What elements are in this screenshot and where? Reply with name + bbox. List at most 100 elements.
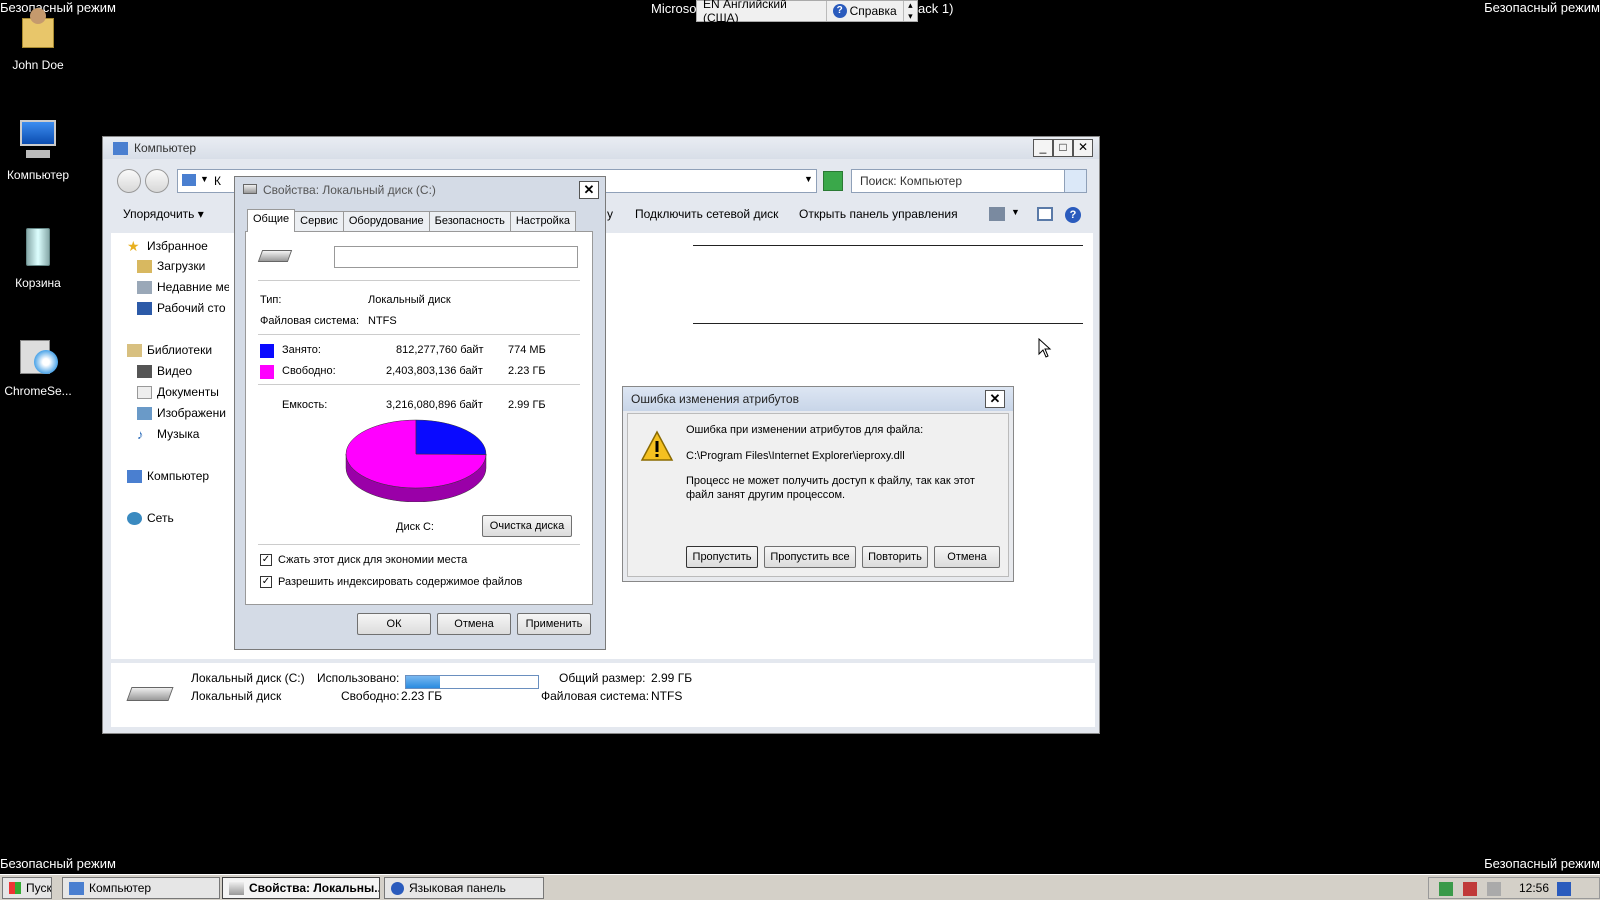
desktop-icon-chrome-setup[interactable]: ChromeSe... bbox=[0, 334, 78, 398]
system-tray: 12:56 bbox=[1428, 877, 1600, 899]
compress-checkbox[interactable]: ✓ bbox=[260, 554, 272, 566]
start-button[interactable]: Пуск bbox=[2, 877, 52, 899]
star-icon: ★ bbox=[127, 237, 140, 254]
language-bar-options-icon[interactable]: ▴ ▾ bbox=[904, 0, 917, 22]
nav-item-downloads[interactable]: Загрузки bbox=[137, 259, 205, 273]
volume-icon[interactable] bbox=[1487, 882, 1501, 896]
search-input[interactable]: Поиск: Компьютер bbox=[851, 169, 1087, 193]
nav-item-favorites[interactable]: ★ Избранное bbox=[127, 237, 208, 254]
desktop-icon-user[interactable]: John Doe bbox=[0, 8, 78, 72]
breadcrumb-dropdown-icon[interactable]: ▼ bbox=[200, 174, 209, 184]
show-desktop-icon[interactable] bbox=[1557, 882, 1571, 896]
refresh-icon[interactable] bbox=[823, 171, 843, 191]
skip-all-button[interactable]: Пропустить все bbox=[764, 546, 856, 568]
volume-label-input[interactable] bbox=[334, 246, 578, 268]
tab-general[interactable]: Общие bbox=[247, 209, 296, 232]
taskbar-item-properties[interactable]: Свойства: Локальны... bbox=[222, 877, 380, 899]
close-button[interactable]: ✕ bbox=[1073, 139, 1093, 157]
properties-close-button[interactable]: ✕ bbox=[579, 181, 599, 199]
downloads-icon bbox=[137, 259, 152, 273]
nav-item-network[interactable]: Сеть bbox=[127, 511, 174, 525]
view-dropdown-icon[interactable]: ▼ bbox=[1011, 207, 1020, 217]
nav-item-libraries[interactable]: Библиотеки bbox=[127, 343, 212, 357]
taskbar-item-language-bar[interactable]: Языковая панель bbox=[384, 877, 544, 899]
security-alert-icon[interactable] bbox=[1463, 882, 1477, 896]
error-close-button[interactable]: ✕ bbox=[985, 390, 1005, 408]
tab-tools[interactable]: Сервис bbox=[294, 211, 344, 231]
explorer-title: Компьютер bbox=[134, 141, 197, 155]
error-titlebar[interactable]: Ошибка изменения атрибутов bbox=[623, 387, 1013, 411]
desktop-icon-label: John Doe bbox=[12, 58, 64, 72]
documents-icon bbox=[137, 385, 152, 399]
error-title: Ошибка изменения атрибутов bbox=[631, 392, 799, 406]
details-drive-type: Локальный диск bbox=[191, 689, 282, 703]
map-network-drive-button[interactable]: Подключить сетевой диск bbox=[635, 207, 778, 221]
tab-security[interactable]: Безопасность bbox=[428, 211, 511, 231]
hard-drive-icon bbox=[243, 184, 257, 194]
desktop-icon-computer[interactable]: Компьютер bbox=[0, 118, 78, 182]
ok-button[interactable]: ОК bbox=[357, 613, 431, 635]
hard-drive-icon bbox=[126, 679, 174, 705]
address-text: К bbox=[214, 174, 221, 188]
organize-button[interactable]: Упорядочить ▾ bbox=[123, 207, 204, 221]
view-options-icon[interactable] bbox=[989, 207, 1005, 221]
explorer-titlebar[interactable]: Компьютер bbox=[103, 137, 1099, 159]
network-tray-icon[interactable] bbox=[1439, 882, 1453, 896]
nav-item-video[interactable]: Видео bbox=[137, 364, 192, 378]
disk-cleanup-button[interactable]: Очистка диска bbox=[482, 515, 572, 537]
search-icon[interactable] bbox=[1064, 170, 1086, 192]
music-icon: ♪ bbox=[137, 426, 144, 442]
help-icon[interactable]: ? bbox=[1065, 207, 1081, 223]
maximize-button[interactable]: □ bbox=[1053, 139, 1073, 157]
preview-pane-icon[interactable] bbox=[1037, 207, 1053, 221]
error-message-line4: файл занят другим процессом. bbox=[686, 489, 846, 501]
nav-item-recent[interactable]: Недавние ме bbox=[137, 280, 229, 294]
used-space-swatch bbox=[260, 344, 274, 358]
skip-button[interactable]: Пропустить bbox=[686, 546, 758, 568]
usage-bar-fill bbox=[406, 676, 441, 688]
help-label: Справка bbox=[849, 4, 897, 18]
address-history-icon[interactable]: ▼ bbox=[804, 174, 813, 184]
computer-icon bbox=[16, 118, 60, 162]
user-folder-icon bbox=[16, 8, 60, 52]
cancel-button[interactable]: Отмена bbox=[437, 613, 511, 635]
used-label: Занято: bbox=[282, 344, 321, 356]
free-bytes: 2,403,803,136 байт bbox=[386, 365, 483, 377]
nav-item-desktop[interactable]: Рабочий сто bbox=[137, 301, 226, 315]
nav-item-pictures[interactable]: Изображени bbox=[137, 406, 226, 420]
details-free-value: 2.23 ГБ bbox=[401, 689, 443, 703]
separator bbox=[258, 384, 580, 385]
desktop-icon-recycle-bin[interactable]: Корзина bbox=[0, 226, 78, 290]
language-indicator[interactable]: EN Английский (США) bbox=[697, 0, 827, 25]
open-control-panel-button[interactable]: Открыть панель управления bbox=[799, 207, 958, 221]
setup-icon bbox=[16, 334, 60, 378]
windows-logo-icon bbox=[9, 882, 21, 894]
retry-button[interactable]: Повторить bbox=[862, 546, 928, 568]
computer-icon bbox=[113, 141, 128, 155]
help-button[interactable]: ? Справка bbox=[827, 1, 904, 21]
apply-button[interactable]: Применить bbox=[517, 613, 591, 635]
toolbar-truncated-item[interactable]: у bbox=[607, 207, 613, 221]
back-button[interactable] bbox=[117, 169, 141, 193]
fs-value: NTFS bbox=[368, 315, 397, 327]
clock[interactable]: 12:56 bbox=[1519, 881, 1549, 895]
forward-button[interactable] bbox=[145, 169, 169, 193]
video-icon bbox=[137, 364, 152, 378]
safe-mode-label-bottom-right: Безопасный режим bbox=[1484, 856, 1600, 871]
nav-item-documents[interactable]: Документы bbox=[137, 385, 219, 399]
recycle-bin-icon bbox=[16, 226, 60, 270]
properties-titlebar[interactable]: Свойства: Локальный диск (C:) bbox=[235, 177, 605, 203]
nav-item-computer[interactable]: Компьютер bbox=[127, 469, 209, 483]
free-space-swatch bbox=[260, 365, 274, 379]
taskbar-item-computer[interactable]: Компьютер bbox=[62, 877, 220, 899]
minimize-button[interactable]: _ bbox=[1033, 139, 1053, 157]
index-checkbox[interactable]: ✓ bbox=[260, 576, 272, 588]
disk-name-label: Диск C: bbox=[396, 521, 434, 533]
safe-mode-label-top-right: Безопасный режим bbox=[1484, 0, 1600, 15]
error-cancel-button[interactable]: Отмена bbox=[934, 546, 1000, 568]
details-total-label: Общий размер: bbox=[559, 671, 646, 685]
error-message-line3: Процесс не может получить доступ к файлу… bbox=[686, 475, 975, 487]
nav-item-music[interactable]: ♪ Музыка bbox=[137, 427, 199, 441]
tab-hardware[interactable]: Оборудование bbox=[342, 211, 430, 231]
tab-customize[interactable]: Настройка bbox=[509, 211, 576, 231]
